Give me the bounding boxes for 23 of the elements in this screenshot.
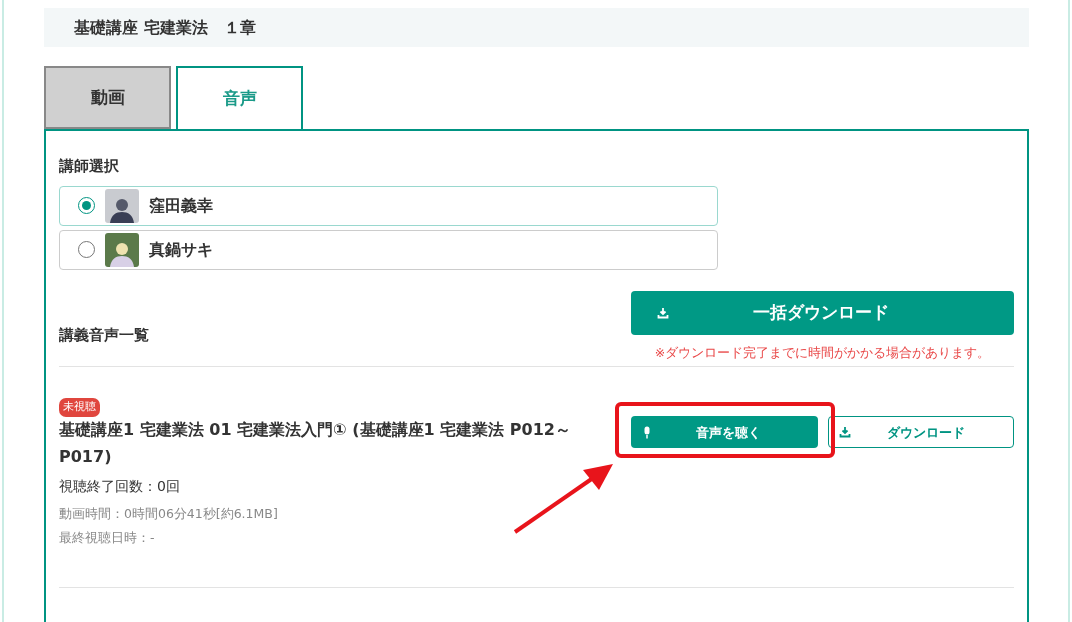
play-count: 視聴終了回数：0回: [59, 477, 181, 497]
instructor-name: 真鍋サキ: [149, 238, 213, 261]
instructor-option[interactable]: 真鍋サキ: [59, 229, 718, 270]
tab[interactable]: 音声: [176, 66, 303, 129]
instructor-name: 窪田義幸: [149, 194, 213, 217]
section-heading: 講師選択: [59, 156, 120, 177]
instructor-option[interactable]: 窪田義幸: [59, 185, 718, 226]
avatar-illustration: [105, 232, 139, 267]
duration-text: 動画時間：0時間06分41秒[約6.1MB]: [59, 505, 279, 524]
avatar-photo: [105, 188, 139, 223]
bulk-download-button[interactable]: 一括ダウンロード: [631, 290, 1014, 335]
tab[interactable]: 動画: [44, 66, 171, 129]
section-heading: 講義音声一覧: [59, 324, 149, 346]
download-note: ※ダウンロード完了までに時間がかかる場合があります。: [654, 343, 991, 362]
chapter-title: 基礎講座 宅建業法 １章: [74, 16, 256, 39]
lecture-title: 基礎講座1 宅建業法 01 宅建業法入門① (基礎講座1 宅建業法 P012～P017): [59, 419, 572, 468]
status-badge: 未視聴: [59, 398, 100, 417]
microphone-icon: [643, 425, 651, 439]
download-icon: [657, 306, 669, 319]
listen-button[interactable]: 音声を聴く: [631, 416, 818, 449]
last-viewed-text: 最終視聴日時：-: [59, 528, 156, 547]
download-icon: [839, 426, 851, 439]
download-button[interactable]: ダウンロード: [828, 416, 1014, 449]
